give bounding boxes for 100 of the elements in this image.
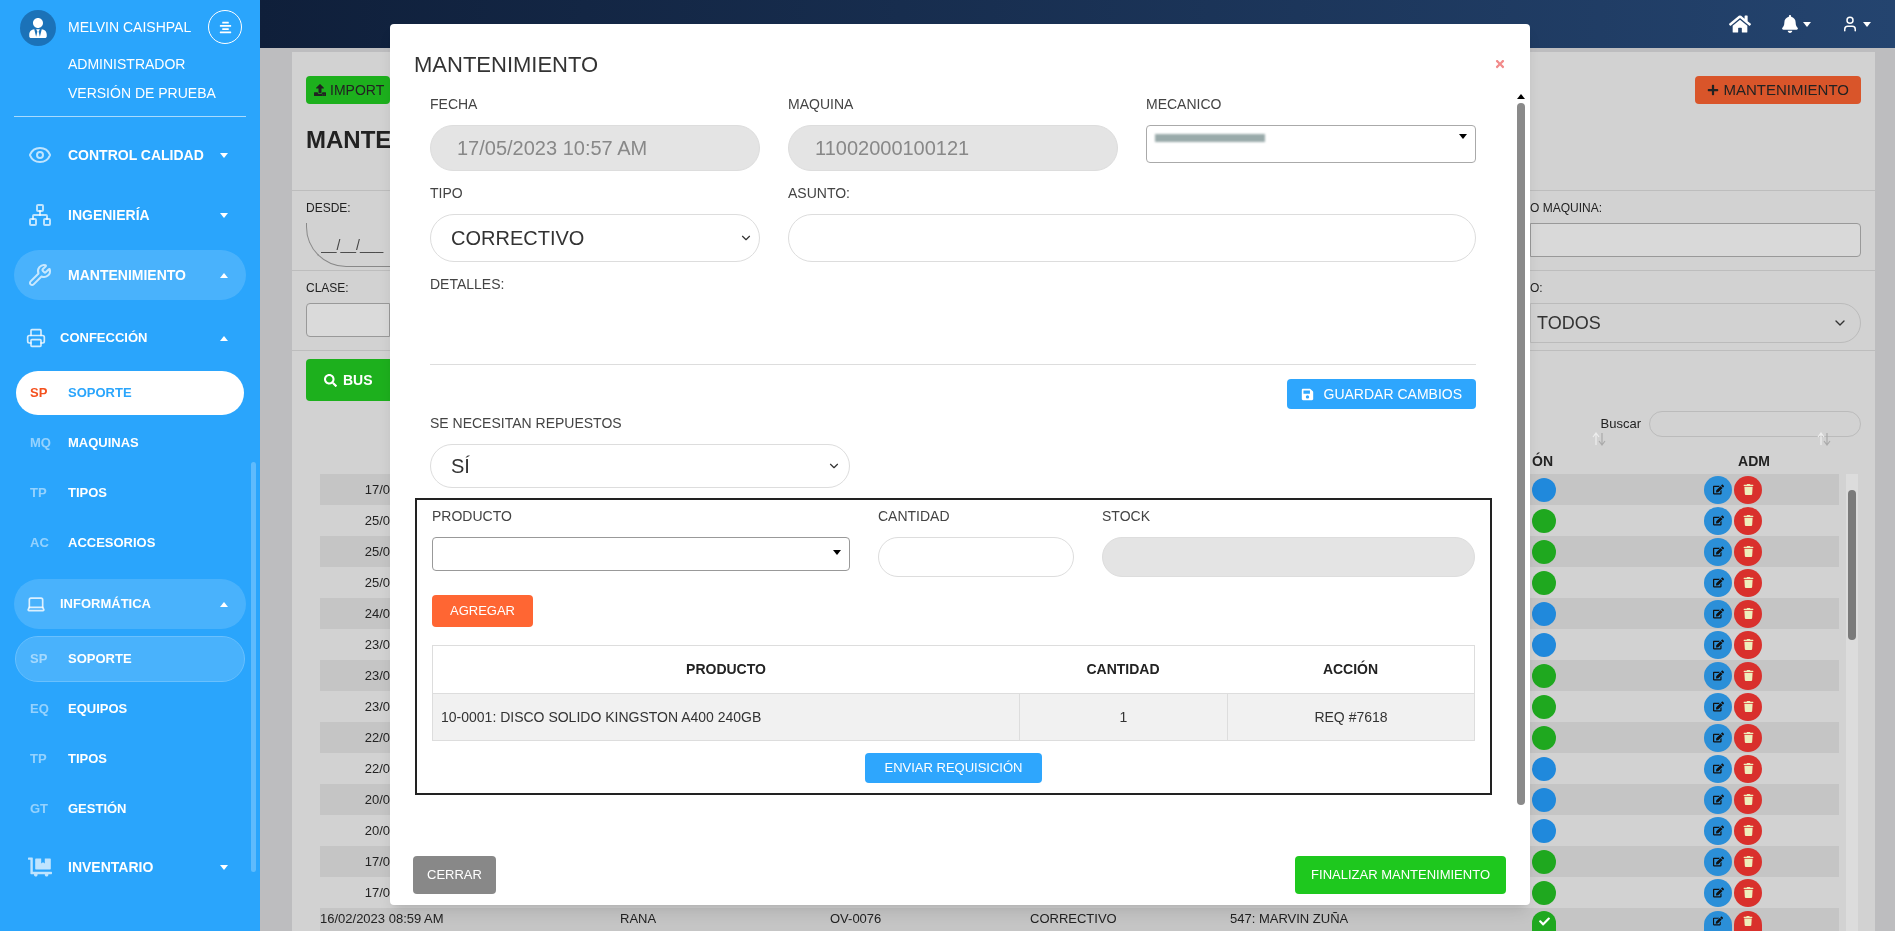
close-button[interactable]: CERRAR: [413, 856, 496, 894]
edit-button[interactable]: [1704, 692, 1732, 721]
delete-button[interactable]: [1734, 692, 1762, 721]
edit-button[interactable]: [1704, 537, 1732, 566]
network-icon: [28, 203, 52, 227]
submenu-item[interactable]: TP TIPOS: [16, 471, 244, 515]
quantity-field[interactable]: [878, 537, 1074, 577]
home-icon[interactable]: [1729, 13, 1751, 35]
date-cell-text: 23/0: [363, 697, 390, 716]
notifications-menu[interactable]: [1781, 15, 1811, 33]
delete-button[interactable]: [1734, 911, 1762, 931]
item-label: TIPOS: [68, 484, 107, 503]
edit-button[interactable]: [1704, 630, 1732, 659]
section-label: MANTENIMIENTO: [68, 265, 187, 285]
submenu-item[interactable]: TP TIPOS: [16, 737, 244, 781]
delete-button[interactable]: [1734, 506, 1762, 535]
delete-button[interactable]: [1734, 537, 1762, 566]
field-label: PRODUCTO: [432, 507, 513, 526]
trash-icon: [1743, 916, 1753, 926]
caret-icon: [220, 601, 228, 607]
caret-icon: [220, 335, 228, 341]
delete-button[interactable]: [1734, 599, 1762, 628]
field-label: DETALLES:: [430, 275, 506, 294]
column-header[interactable]: ADM: [1724, 451, 1784, 472]
delete-button[interactable]: [1734, 723, 1762, 752]
save-changes-button[interactable]: GUARDAR CAMBIOS: [1286, 379, 1476, 409]
trash-icon: [1742, 484, 1754, 495]
close-icon[interactable]: [1494, 58, 1506, 70]
edit-button[interactable]: [1704, 475, 1732, 504]
date-cell-text: 20/0: [363, 790, 390, 809]
delete-button[interactable]: [1734, 847, 1762, 876]
delete-button[interactable]: [1734, 878, 1762, 907]
edit-button[interactable]: [1704, 878, 1732, 907]
edit-button[interactable]: [1704, 599, 1732, 628]
finish-maintenance-button[interactable]: FINALIZAR MANTENIMIENTO: [1295, 856, 1506, 894]
delete-button[interactable]: [1734, 754, 1762, 783]
add-maintenance-button[interactable]: MANTENIMIENTO: [1695, 76, 1861, 104]
item-abbreviation: EQ: [30, 700, 50, 719]
product-select[interactable]: [432, 537, 850, 571]
submenu-item[interactable]: EQ EQUIPOS: [16, 687, 244, 731]
delete-button[interactable]: [1734, 475, 1762, 504]
delete-button[interactable]: [1734, 661, 1762, 690]
trash-icon: [1742, 670, 1754, 681]
user-role: ADMINISTRADOR: [68, 55, 187, 73]
edit-button[interactable]: [1704, 911, 1732, 931]
register-icon: [26, 328, 46, 348]
edit-icon: [1712, 887, 1724, 898]
add-button[interactable]: AGREGAR: [432, 595, 533, 627]
page-title: MANTE: [306, 125, 390, 155]
bell-icon: [1781, 15, 1799, 33]
edit-button[interactable]: [1704, 506, 1732, 535]
menu-group[interactable]: CONFECCIÓN: [14, 313, 246, 363]
user-icon: [1841, 15, 1859, 33]
menu-section[interactable]: MANTENIMIENTO: [14, 250, 246, 300]
table-cell-text: CORRECTIVO: [1030, 911, 1118, 926]
trash-icon: [1742, 639, 1754, 650]
edit-button[interactable]: [1704, 754, 1732, 783]
user-menu[interactable]: [1841, 15, 1871, 33]
class-field[interactable]: [306, 303, 390, 337]
edit-icon: [1712, 763, 1724, 774]
field-label: FECHA: [430, 95, 479, 114]
edit-button[interactable]: [1704, 568, 1732, 597]
trash-icon: [1742, 546, 1754, 557]
field-label: TIPO: [430, 184, 464, 203]
scrollbar[interactable]: [251, 462, 256, 872]
edit-button[interactable]: [1704, 661, 1732, 690]
scrollbar[interactable]: [1846, 474, 1858, 931]
mechanic-select[interactable]: [1146, 125, 1476, 163]
date-cell-text: 23/0: [363, 635, 390, 654]
column-header[interactable]: ÓN: [1532, 451, 1592, 472]
machine-field[interactable]: [1530, 223, 1861, 257]
send-requisition-button[interactable]: ENVIAR REQUISICIÓN: [864, 753, 1043, 783]
import-button[interactable]: IMPORT: [306, 76, 390, 104]
delete-button[interactable]: [1734, 568, 1762, 597]
delete-button[interactable]: [1734, 785, 1762, 814]
submenu-item[interactable]: GT GESTIÓN: [16, 787, 244, 831]
edit-button[interactable]: [1704, 847, 1732, 876]
edit-button[interactable]: [1704, 785, 1732, 814]
column-header: CANTIDAD: [1085, 660, 1161, 679]
submenu-item[interactable]: SP SOPORTE: [16, 371, 244, 415]
edit-icon: [1712, 794, 1724, 805]
table-search-field[interactable]: [1649, 411, 1861, 437]
edit-button[interactable]: [1704, 723, 1732, 752]
menu-section[interactable]: INGENIERÍA: [14, 190, 246, 240]
search-button[interactable]: BUS: [306, 359, 390, 401]
field-label: CANTIDAD: [878, 507, 951, 526]
table-cell-text: RANA: [620, 911, 658, 926]
item-abbreviation: TP: [30, 750, 48, 769]
plus-icon: [1707, 84, 1720, 96]
delete-button[interactable]: [1734, 816, 1762, 845]
submenu-item[interactable]: AC ACCESORIOS: [16, 521, 244, 565]
section-label: INVENTARIO: [68, 857, 155, 877]
menu-section[interactable]: INVENTARIO: [14, 842, 246, 892]
subject-field[interactable]: [788, 214, 1476, 262]
delete-button[interactable]: [1734, 630, 1762, 659]
edit-button[interactable]: [1704, 816, 1732, 845]
submenu-item[interactable]: MQ MAQUINAS: [16, 421, 244, 465]
menu-section[interactable]: CONTROL CALIDAD: [14, 130, 246, 180]
submenu-item[interactable]: SP SOPORTE: [16, 637, 244, 681]
menu-group[interactable]: INFORMÁTICA: [14, 579, 246, 629]
